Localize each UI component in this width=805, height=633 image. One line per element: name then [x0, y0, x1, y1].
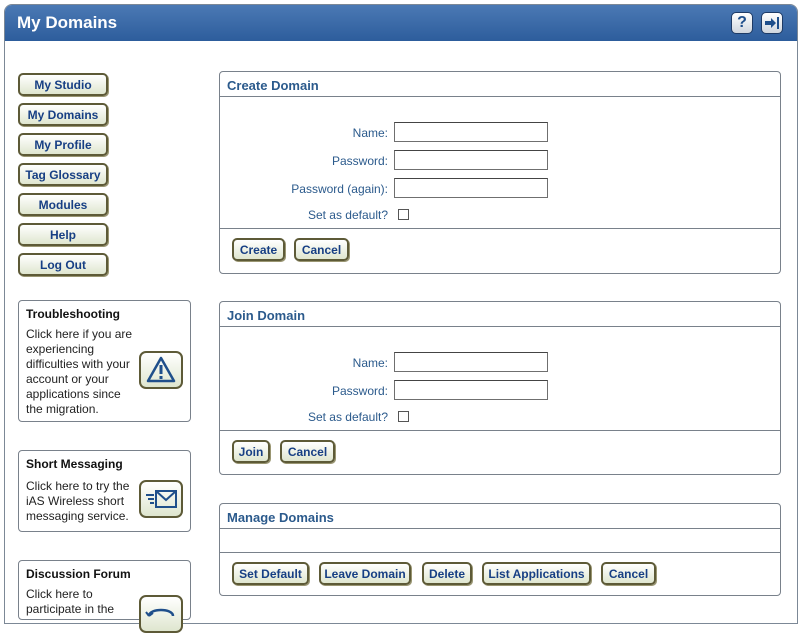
create-password-input[interactable]	[394, 150, 548, 170]
nav-help[interactable]: Help	[18, 223, 108, 246]
create-password-again-input[interactable]	[394, 178, 548, 198]
nav-log-out[interactable]: Log Out	[18, 253, 108, 276]
troubleshooting-text-line: the migration.	[26, 402, 99, 416]
create-password-again-label: Password (again):	[291, 182, 388, 196]
create-button[interactable]: Create	[232, 238, 285, 261]
troubleshooting-text-line: applications since	[26, 387, 121, 401]
discussion-forum-button[interactable]	[139, 595, 183, 633]
troubleshooting-box[interactable]: Troubleshooting Click here if you are ex…	[18, 300, 191, 422]
troubleshooting-text-line: difficulties with your	[26, 357, 130, 371]
exit-icon	[765, 17, 779, 29]
short-messaging-text-line: iAS Wireless short	[26, 494, 125, 508]
question-icon: ?	[737, 14, 747, 31]
divider	[220, 430, 780, 431]
join-name-input[interactable]	[394, 352, 548, 372]
short-messaging-title: Short Messaging	[26, 457, 123, 471]
list-applications-button[interactable]: List Applications	[482, 562, 591, 585]
create-cancel-button[interactable]: Cancel	[294, 238, 349, 261]
create-name-label: Name:	[352, 126, 388, 140]
nav-modules[interactable]: Modules	[18, 193, 108, 216]
manage-domains-panel: Manage Domains Set Default Leave Domain …	[219, 503, 781, 596]
troubleshooting-text-line: experiencing	[26, 342, 95, 356]
exit-button[interactable]	[761, 12, 783, 34]
discussion-forum-text-line: Click here to	[26, 587, 93, 601]
nav-my-domains[interactable]: My Domains	[18, 103, 108, 126]
help-button[interactable]: ?	[731, 12, 753, 34]
nav-my-studio[interactable]: My Studio	[18, 73, 108, 96]
short-messaging-text-line: Click here to try the	[26, 479, 130, 493]
join-default-checkbox[interactable]	[398, 411, 409, 422]
short-messaging-button[interactable]	[139, 480, 183, 518]
troubleshooting-title: Troubleshooting	[26, 307, 120, 321]
leave-domain-button[interactable]: Leave Domain	[319, 562, 411, 585]
discussion-forum-box[interactable]: Discussion Forum Click here to participa…	[18, 560, 191, 633]
set-default-button[interactable]: Set Default	[232, 562, 309, 585]
page-title: My Domains	[17, 13, 118, 32]
divider	[220, 228, 780, 229]
join-password-input[interactable]	[394, 380, 548, 400]
create-password-label: Password:	[331, 154, 388, 168]
join-name-label: Name:	[352, 356, 388, 370]
divider	[220, 528, 780, 529]
join-cancel-button[interactable]: Cancel	[280, 440, 335, 463]
divider	[220, 552, 780, 553]
delete-button[interactable]: Delete	[422, 562, 472, 585]
create-name-input[interactable]	[394, 122, 548, 142]
join-default-label: Set as default?	[307, 410, 388, 424]
divider	[220, 326, 780, 327]
discussion-forum-title: Discussion Forum	[26, 567, 131, 581]
warning-icon	[146, 356, 176, 383]
manage-cancel-button[interactable]: Cancel	[601, 562, 656, 585]
nav-my-profile[interactable]: My Profile	[18, 133, 108, 156]
troubleshooting-text-line: account or your	[26, 372, 109, 386]
divider	[220, 96, 780, 97]
join-domain-panel: Join Domain Name: Password: Set as defau…	[219, 301, 781, 475]
nav-tag-glossary[interactable]: Tag Glossary	[18, 163, 108, 186]
create-domain-panel: Create Domain Name: Password: Password (…	[219, 71, 781, 274]
envelope-icon	[146, 490, 177, 508]
title-bar: My Domains ?	[5, 5, 797, 41]
join-button[interactable]: Join	[232, 440, 270, 463]
manage-domains-title: Manage Domains	[227, 510, 334, 525]
create-default-label: Set as default?	[307, 208, 388, 222]
troubleshooting-text-line: Click here if you are	[26, 327, 133, 341]
create-default-checkbox[interactable]	[398, 209, 409, 220]
discussion-forum-text-line: participate in the	[26, 602, 115, 616]
forum-icon	[145, 608, 175, 617]
troubleshooting-button[interactable]	[139, 351, 183, 389]
join-domain-title: Join Domain	[227, 308, 306, 323]
create-domain-title: Create Domain	[227, 78, 319, 93]
short-messaging-text-line: messaging service.	[26, 509, 129, 523]
join-password-label: Password:	[331, 384, 388, 398]
short-messaging-box[interactable]: Short Messaging Click here to try the iA…	[18, 450, 191, 532]
